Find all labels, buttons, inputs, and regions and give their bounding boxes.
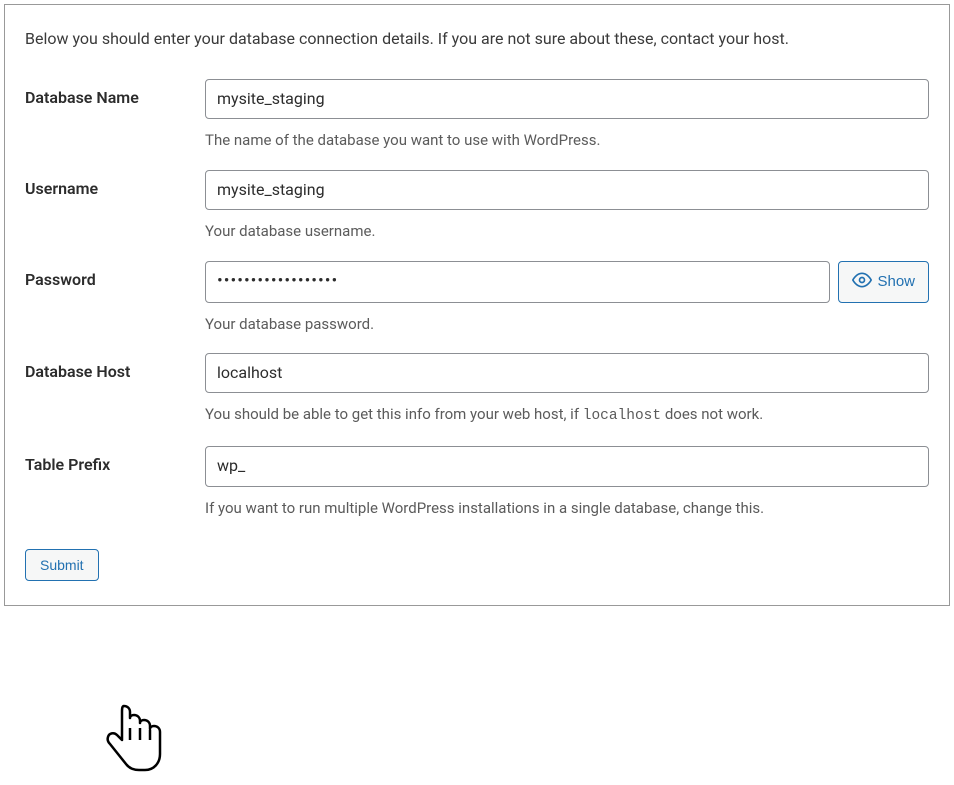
help-dbhost: You should be able to get this info from… bbox=[205, 403, 929, 428]
help-dbname: The name of the database you want to use… bbox=[205, 129, 929, 152]
pointer-cursor-icon bbox=[100, 702, 164, 776]
submit-button[interactable]: Submit bbox=[25, 549, 99, 581]
eye-icon bbox=[852, 270, 872, 294]
input-dbname[interactable] bbox=[205, 79, 929, 119]
label-username: Username bbox=[25, 170, 205, 243]
row-password: Password Show Your database password. bbox=[25, 261, 929, 335]
show-password-label: Show bbox=[877, 273, 915, 290]
row-username: Username Your database username. bbox=[25, 170, 929, 243]
row-prefix: Table Prefix If you want to run multiple… bbox=[25, 446, 929, 519]
input-password[interactable] bbox=[205, 261, 830, 303]
help-password: Your database password. bbox=[205, 313, 929, 336]
input-username[interactable] bbox=[205, 170, 929, 210]
input-prefix[interactable] bbox=[205, 446, 929, 486]
intro-text: Below you should enter your database con… bbox=[25, 27, 929, 51]
help-username: Your database username. bbox=[205, 220, 929, 243]
label-dbname: Database Name bbox=[25, 79, 205, 152]
show-password-button[interactable]: Show bbox=[838, 261, 929, 303]
db-setup-form: Below you should enter your database con… bbox=[4, 4, 950, 606]
label-password: Password bbox=[25, 261, 205, 335]
help-prefix: If you want to run multiple WordPress in… bbox=[205, 497, 929, 520]
input-dbhost[interactable] bbox=[205, 353, 929, 393]
row-dbname: Database Name The name of the database y… bbox=[25, 79, 929, 152]
label-dbhost: Database Host bbox=[25, 353, 205, 428]
row-dbhost: Database Host You should be able to get … bbox=[25, 353, 929, 428]
label-prefix: Table Prefix bbox=[25, 446, 205, 519]
